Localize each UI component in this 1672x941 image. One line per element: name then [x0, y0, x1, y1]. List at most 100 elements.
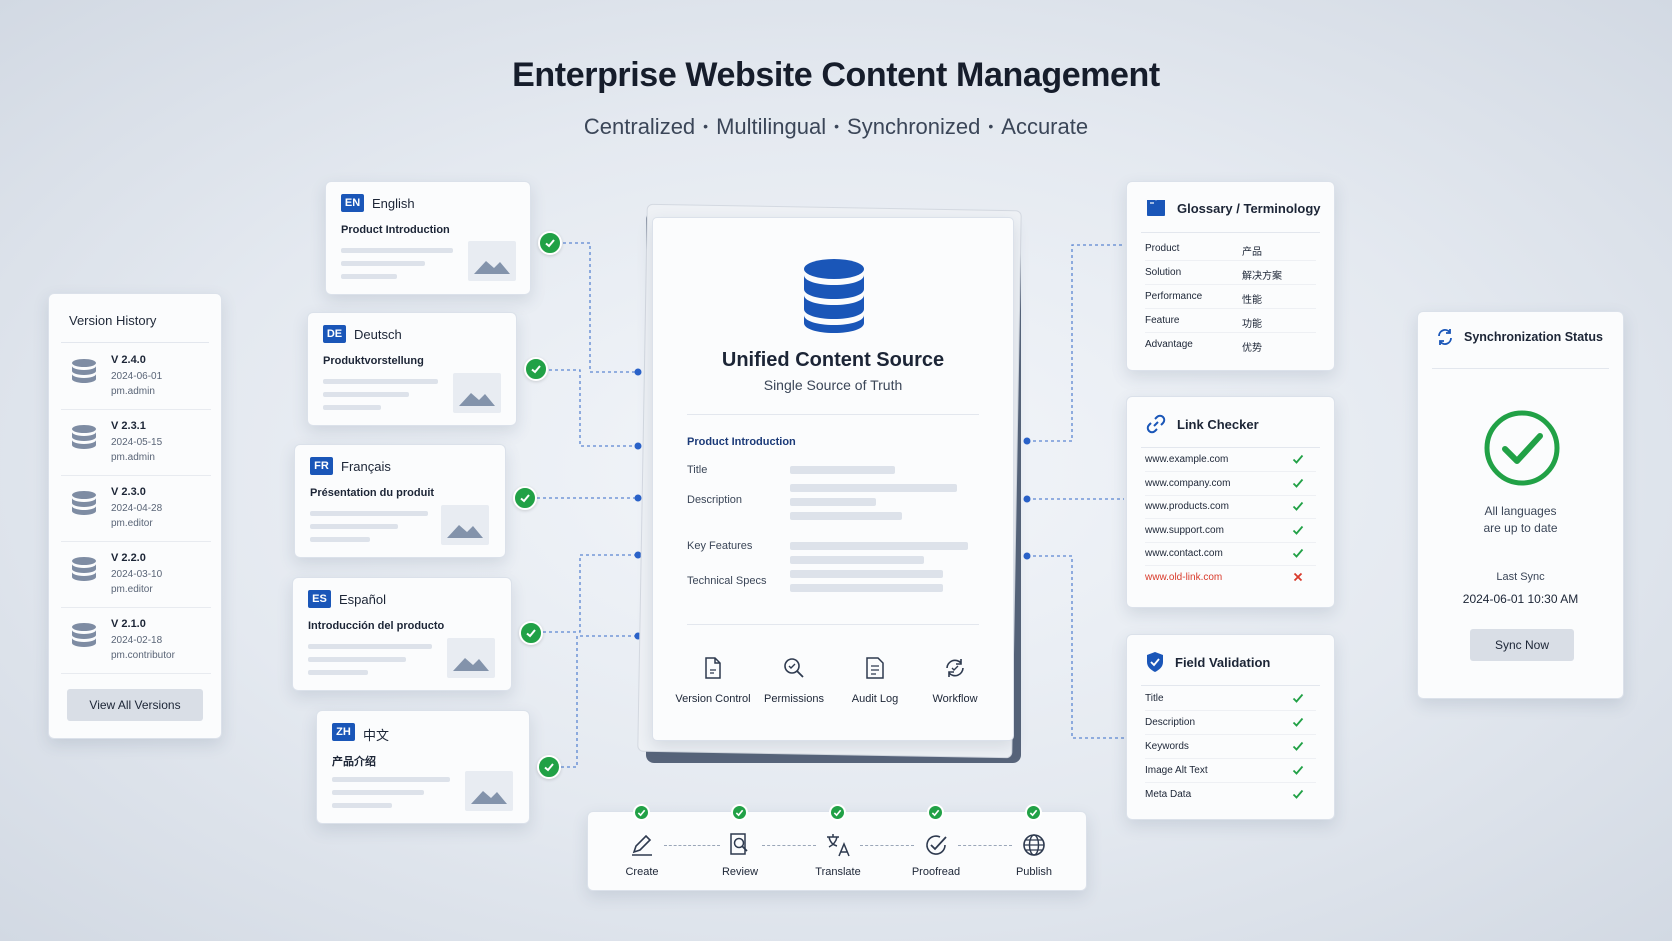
version-user: pm.admin	[111, 386, 155, 397]
version-number: V 2.2.0	[111, 552, 146, 564]
glossary-row: Advantage 优势	[1145, 335, 1316, 357]
term-en: Feature	[1145, 315, 1180, 326]
version-user: pm.admin	[111, 452, 155, 463]
text-placeholder	[790, 570, 943, 578]
link-row[interactable]: www.example.com	[1145, 450, 1316, 472]
language-card-fr[interactable]: FR Français Présentation du produit	[294, 444, 506, 558]
version-number: V 2.1.0	[111, 618, 146, 630]
proofread-check-icon	[926, 835, 947, 855]
database-icon	[72, 425, 96, 449]
field-label: Technical Specs	[687, 575, 767, 587]
version-item[interactable]: V 2.3.1 2024-05-15 pm.admin	[61, 410, 211, 476]
term-zh: 优势	[1242, 343, 1262, 354]
language-card-es[interactable]: ES Español Introducción del producto	[292, 577, 512, 691]
version-item[interactable]: V 2.3.0 2024-04-28 pm.editor	[61, 476, 211, 542]
validation-field: Title	[1145, 693, 1164, 704]
image-placeholder-icon	[447, 638, 495, 678]
text-placeholder	[310, 537, 370, 542]
divider	[1432, 368, 1609, 369]
version-control-tool[interactable]: Version Control	[668, 656, 758, 705]
version-item[interactable]: V 2.1.0 2024-02-18 pm.contributor	[61, 608, 211, 674]
language-code-badge: FR	[310, 457, 333, 475]
last-sync-value: 2024-06-01 10:30 AM	[1462, 592, 1579, 606]
success-check-icon	[1484, 410, 1560, 486]
version-item[interactable]: V 2.4.0 2024-06-01 pm.admin	[61, 344, 211, 410]
version-number: V 2.4.0	[111, 354, 146, 366]
text-placeholder	[790, 484, 957, 492]
check-icon	[1292, 478, 1304, 488]
term-zh: 产品	[1242, 247, 1262, 258]
language-card-zh[interactable]: ZH 中文 产品介绍	[316, 710, 530, 824]
language-code-badge: EN	[341, 194, 364, 212]
term-en: Performance	[1145, 291, 1203, 302]
sync-header: Synchronization Status	[1436, 328, 1603, 346]
database-icon	[72, 491, 96, 515]
glossary-row: Product 产品	[1145, 239, 1316, 261]
workflow-bar: Create Review Translate Proofread Publis…	[587, 804, 1087, 892]
image-placeholder-icon	[441, 505, 489, 545]
workflow-step-publish[interactable]: Publish	[989, 804, 1079, 892]
workflow-step-label: Proofread	[911, 866, 961, 878]
workflow-step-proofread[interactable]: Proofread	[891, 804, 981, 892]
glossary-row: Performance 性能	[1145, 287, 1316, 309]
book-icon	[1147, 200, 1165, 216]
language-content-title: 产品介绍	[332, 756, 376, 768]
link-row[interactable]: www.old-link.com	[1145, 568, 1316, 590]
text-placeholder	[308, 657, 406, 662]
text-placeholder	[332, 803, 392, 808]
term-en: Solution	[1145, 267, 1182, 278]
language-code-badge: DE	[323, 325, 346, 343]
text-placeholder	[308, 670, 368, 675]
version-user: pm.editor	[111, 518, 153, 529]
database-icon	[72, 623, 96, 647]
validation-field: Meta Data	[1145, 789, 1192, 800]
glossary-panel: Glossary / Terminology Product 产品 Solutio…	[1126, 181, 1335, 371]
subtitle-item: Synchronized	[847, 114, 981, 139]
link-url: www.old-link.com	[1145, 572, 1223, 583]
version-item[interactable]: V 2.2.0 2024-03-10 pm.editor	[61, 542, 211, 608]
permissions-tool[interactable]: Permissions	[749, 656, 839, 705]
sync-message-line: are up to date	[1483, 521, 1558, 535]
audit-log-tool[interactable]: Audit Log	[830, 656, 920, 705]
link-row[interactable]: www.company.com	[1145, 474, 1316, 496]
check-icon	[1292, 693, 1304, 703]
field-validation-panel: Field Validation Title Description Keywo…	[1126, 634, 1335, 820]
workflow-step-translate[interactable]: Translate	[793, 804, 883, 892]
workflow-step-label: Publish	[1015, 866, 1053, 878]
workflow-step-label: Create	[625, 866, 659, 878]
text-placeholder	[341, 248, 453, 253]
sync-now-button[interactable]: Sync Now	[1470, 629, 1574, 661]
version-history-title: Version History	[69, 313, 157, 328]
divider	[687, 624, 979, 625]
unified-content-source: Unified Content Source Single Source of …	[637, 203, 1028, 767]
workflow-step-label: Translate	[815, 866, 861, 878]
validation-row: Description	[1145, 713, 1316, 735]
sync-status-panel: Synchronization Status All languages are …	[1417, 311, 1624, 699]
workflow-tool[interactable]: Workflow	[910, 656, 1000, 705]
document-icon	[705, 657, 721, 679]
language-card-de[interactable]: DE Deutsch Produktvorstellung	[307, 312, 517, 426]
glossary-row: Solution 解决方案	[1145, 263, 1316, 285]
language-card-en[interactable]: EN English Product Introduction	[325, 181, 531, 295]
document-main: Unified Content Source Single Source of …	[652, 217, 1014, 741]
database-icon	[72, 359, 96, 383]
language-content-title: Product Introduction	[341, 224, 450, 236]
workflow-step-create[interactable]: Create	[597, 804, 687, 892]
link-checker-panel: Link Checker www.example.com www.company…	[1126, 396, 1335, 608]
check-icon	[633, 804, 650, 821]
text-placeholder	[323, 392, 409, 397]
view-all-versions-button[interactable]: View All Versions	[67, 689, 203, 721]
panel-title: Synchronization Status	[1464, 330, 1603, 344]
text-placeholder	[308, 644, 432, 649]
check-icon	[1292, 548, 1304, 558]
link-row[interactable]: www.support.com	[1145, 521, 1316, 543]
term-zh: 功能	[1242, 319, 1262, 330]
workflow-step-review[interactable]: Review	[695, 804, 785, 892]
text-placeholder	[790, 512, 902, 520]
version-date: 2024-05-15	[111, 437, 163, 448]
link-row[interactable]: www.products.com	[1145, 497, 1316, 519]
language-content-title: Présentation du produit	[310, 487, 435, 499]
subtitle-item: Accurate	[1001, 114, 1089, 139]
link-row[interactable]: www.contact.com	[1145, 544, 1316, 566]
text-placeholder	[332, 790, 424, 795]
